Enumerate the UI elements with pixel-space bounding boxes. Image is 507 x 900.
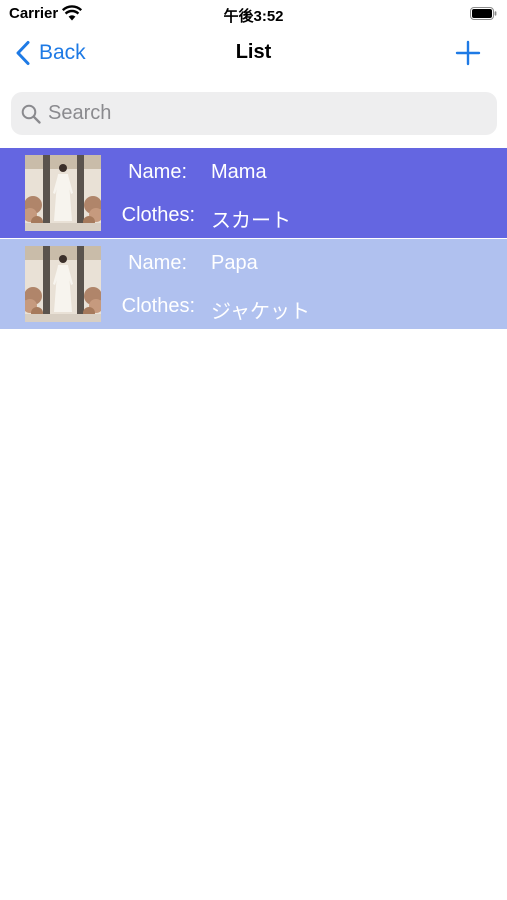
search-icon <box>21 104 41 124</box>
plus-icon <box>455 40 481 66</box>
people-list: Name: Mama Clothes: スカート Name: Papa Clot… <box>0 148 507 329</box>
clothes-label: Clothes: <box>121 204 195 226</box>
status-time: 午後3:52 <box>223 8 284 25</box>
status-bar: Carrier 午後3:52 <box>0 0 507 28</box>
search-input[interactable] <box>48 102 497 125</box>
list-item[interactable]: Name: Mama Clothes: スカート <box>0 148 507 238</box>
add-button[interactable] <box>455 40 481 66</box>
clothes-value: ジャケット <box>211 301 310 323</box>
name-label: Name: <box>128 161 187 183</box>
clothing-photo <box>25 155 101 231</box>
clothes-label: Clothes: <box>121 295 195 317</box>
page-title: List <box>235 41 272 63</box>
list-item[interactable]: Name: Papa Clothes: ジャケット <box>0 239 507 329</box>
name-label: Name: <box>128 252 187 274</box>
search-bar[interactable] <box>11 92 497 135</box>
name-value: Mama <box>211 161 267 183</box>
battery-icon <box>470 7 497 20</box>
navigation-bar: Back List <box>0 28 507 78</box>
clothes-value: スカート <box>211 210 291 232</box>
name-value: Papa <box>211 252 258 274</box>
clothing-photo <box>25 246 101 322</box>
